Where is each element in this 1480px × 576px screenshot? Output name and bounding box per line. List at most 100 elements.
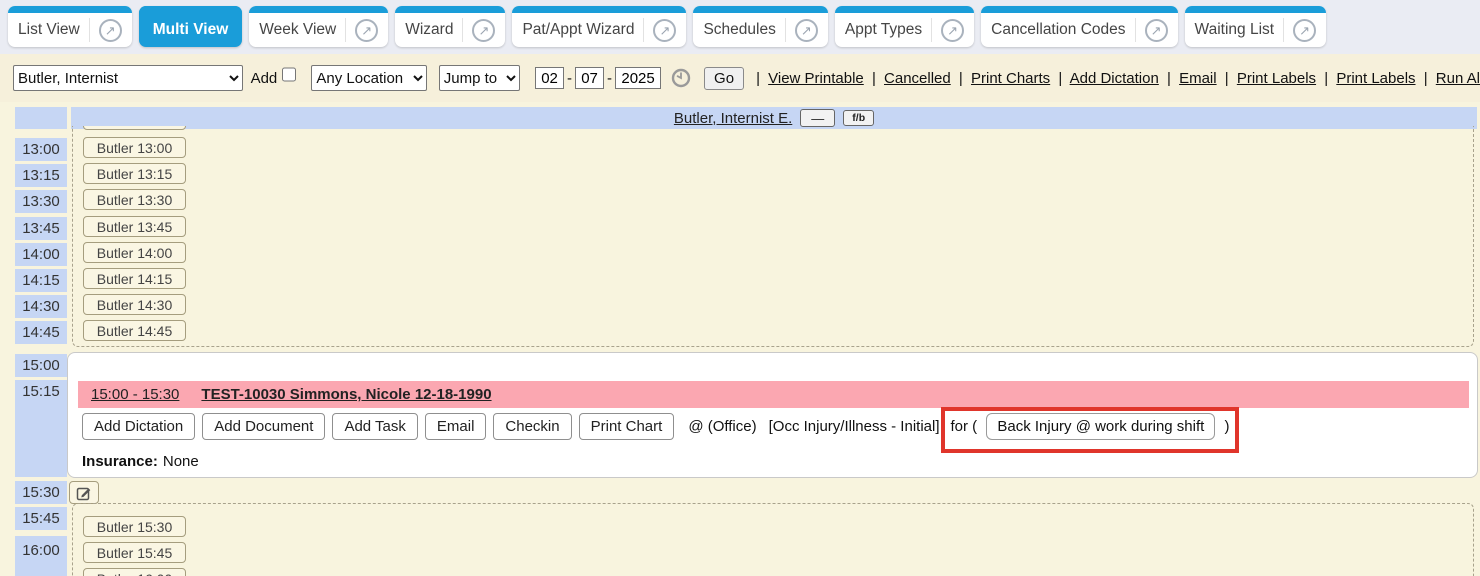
tab-label: Pat/Appt Wizard: [522, 21, 634, 39]
time-label: 14:45: [15, 321, 67, 344]
divider: [931, 18, 932, 42]
link-separator: |: [756, 70, 760, 87]
tab-schedules[interactable]: Schedules ↗: [693, 6, 827, 47]
slot-button[interactable]: Butler 13:30: [83, 189, 186, 210]
appointment-reason-group: for ( Back Injury @ work during shift ): [949, 413, 1232, 440]
external-link-icon[interactable]: ↗: [472, 19, 495, 42]
clock-icon[interactable]: [671, 68, 691, 88]
tab-waiting-list[interactable]: Waiting List ↗: [1185, 6, 1327, 47]
appointment-type: [Occ Injury/Illness - Initial]: [769, 418, 940, 435]
time-column-header: [15, 107, 67, 129]
slot-button[interactable]: Butler 13:45: [83, 216, 186, 237]
tab-week-view[interactable]: Week View ↗: [249, 6, 388, 47]
go-button[interactable]: Go: [704, 67, 744, 90]
time-label: 13:15: [15, 164, 67, 187]
slot-button[interactable]: Butler 14:00: [83, 242, 186, 263]
date-entry-group: - -: [535, 67, 661, 89]
slot-button[interactable]: Butler 14:15: [83, 268, 186, 289]
link-view-printable[interactable]: View Printable: [768, 70, 864, 87]
tab-label: Schedules: [703, 21, 775, 39]
print-chart-button[interactable]: Print Chart: [579, 413, 675, 440]
slot-button[interactable]: Butler 15:45: [83, 542, 186, 563]
date-month-input[interactable]: [535, 67, 564, 89]
tab-cancellation-codes[interactable]: Cancellation Codes ↗: [981, 6, 1177, 47]
tab-label: Appt Types: [845, 21, 922, 39]
link-print-labels-2[interactable]: Print Labels: [1336, 70, 1415, 87]
add-task-button[interactable]: Add Task: [332, 413, 417, 440]
slot-button[interactable]: Butler 15:30: [83, 516, 186, 537]
reason-close-paren: ): [1224, 418, 1229, 435]
time-label: 16:00: [15, 536, 67, 576]
date-day-input[interactable]: [575, 67, 604, 89]
provider-select[interactable]: Butler, Internist: [13, 65, 243, 91]
fb-button[interactable]: f/b: [843, 110, 874, 126]
tab-multi-view[interactable]: Multi View: [139, 6, 243, 47]
provider-header-link[interactable]: Butler, Internist E.: [674, 110, 792, 127]
slot-button[interactable]: Butler 16:00: [83, 568, 186, 576]
appointment-location: @ (Office): [688, 418, 756, 435]
insurance-value: None: [163, 453, 199, 470]
location-select[interactable]: Any Location: [311, 65, 426, 91]
link-print-charts[interactable]: Print Charts: [971, 70, 1050, 87]
external-link-icon[interactable]: ↗: [355, 19, 378, 42]
link-add-dictation[interactable]: Add Dictation: [1070, 70, 1159, 87]
checkin-button[interactable]: Checkin: [493, 413, 571, 440]
divider: [785, 18, 786, 42]
link-cancelled[interactable]: Cancelled: [884, 70, 951, 87]
patient-link[interactable]: TEST-10030 Simmons, Nicole 12-18-1990: [201, 386, 491, 403]
link-separator: |: [1424, 70, 1428, 87]
date-year-input[interactable]: [615, 67, 661, 89]
date-separator: -: [567, 70, 572, 87]
divider: [1283, 18, 1284, 42]
tab-label: Week View: [259, 21, 336, 39]
divider: [1135, 18, 1136, 42]
tab-label: Wizard: [405, 21, 453, 39]
tab-label: Waiting List: [1195, 21, 1275, 39]
edit-slot-button[interactable]: [69, 481, 99, 504]
tab-accent-strip: [139, 6, 243, 13]
multi-view-schedule: Butler, Internist E. — f/b 13:00 13:15 1…: [0, 102, 1480, 576]
link-email[interactable]: Email: [1179, 70, 1217, 87]
time-label: 13:45: [15, 217, 67, 240]
slot-button[interactable]: Butler 13:00: [83, 137, 186, 158]
slot-button[interactable]: Butler 14:30: [83, 294, 186, 315]
slot-button[interactable]: Butler 14:45: [83, 320, 186, 341]
time-label: 13:30: [15, 190, 67, 213]
divider: [89, 18, 90, 42]
slot-button-partial[interactable]: [83, 126, 186, 130]
tab-accent-strip: [249, 6, 388, 13]
tab-pat-appt-wizard[interactable]: Pat/Appt Wizard ↗: [512, 6, 686, 47]
jump-to-select[interactable]: Jump to: [439, 65, 520, 91]
external-link-icon[interactable]: ↗: [795, 19, 818, 42]
tab-wizard[interactable]: Wizard ↗: [395, 6, 505, 47]
tab-accent-strip: [835, 6, 974, 13]
collapse-column-button[interactable]: —: [800, 109, 835, 127]
external-link-icon[interactable]: ↗: [99, 19, 122, 42]
appointment-header: 15:00 - 15:30 TEST-10030 Simmons, Nicole…: [78, 381, 1469, 408]
appointment-reason[interactable]: Back Injury @ work during shift: [986, 413, 1215, 440]
external-link-icon[interactable]: ↗: [1293, 19, 1316, 42]
link-run-al[interactable]: Run Al: [1436, 70, 1480, 87]
insurance-line: Insurance: None: [82, 453, 199, 470]
appointment-time-link[interactable]: 15:00 - 15:30: [91, 386, 179, 403]
open-slot-section-upper: Butler 13:00 Butler 13:15 Butler 13:30 B…: [72, 126, 1474, 347]
tab-label: List View: [18, 21, 80, 39]
external-link-icon[interactable]: ↗: [941, 19, 964, 42]
external-link-icon[interactable]: ↗: [1145, 19, 1168, 42]
link-separator: |: [1167, 70, 1171, 87]
insurance-label: Insurance:: [82, 453, 158, 470]
add-checkbox[interactable]: [282, 67, 296, 82]
link-separator: |: [1058, 70, 1062, 87]
email-button[interactable]: Email: [425, 413, 487, 440]
link-separator: |: [1225, 70, 1229, 87]
external-link-icon[interactable]: ↗: [653, 19, 676, 42]
tab-accent-strip: [693, 6, 827, 13]
add-document-button[interactable]: Add Document: [202, 413, 325, 440]
time-label: 14:00: [15, 243, 67, 266]
link-print-labels-1[interactable]: Print Labels: [1237, 70, 1316, 87]
slot-button[interactable]: Butler 13:15: [83, 163, 186, 184]
add-dictation-button[interactable]: Add Dictation: [82, 413, 195, 440]
tab-appt-types[interactable]: Appt Types ↗: [835, 6, 974, 47]
tab-list-view[interactable]: List View ↗: [8, 6, 132, 47]
time-label: 14:30: [15, 295, 67, 318]
